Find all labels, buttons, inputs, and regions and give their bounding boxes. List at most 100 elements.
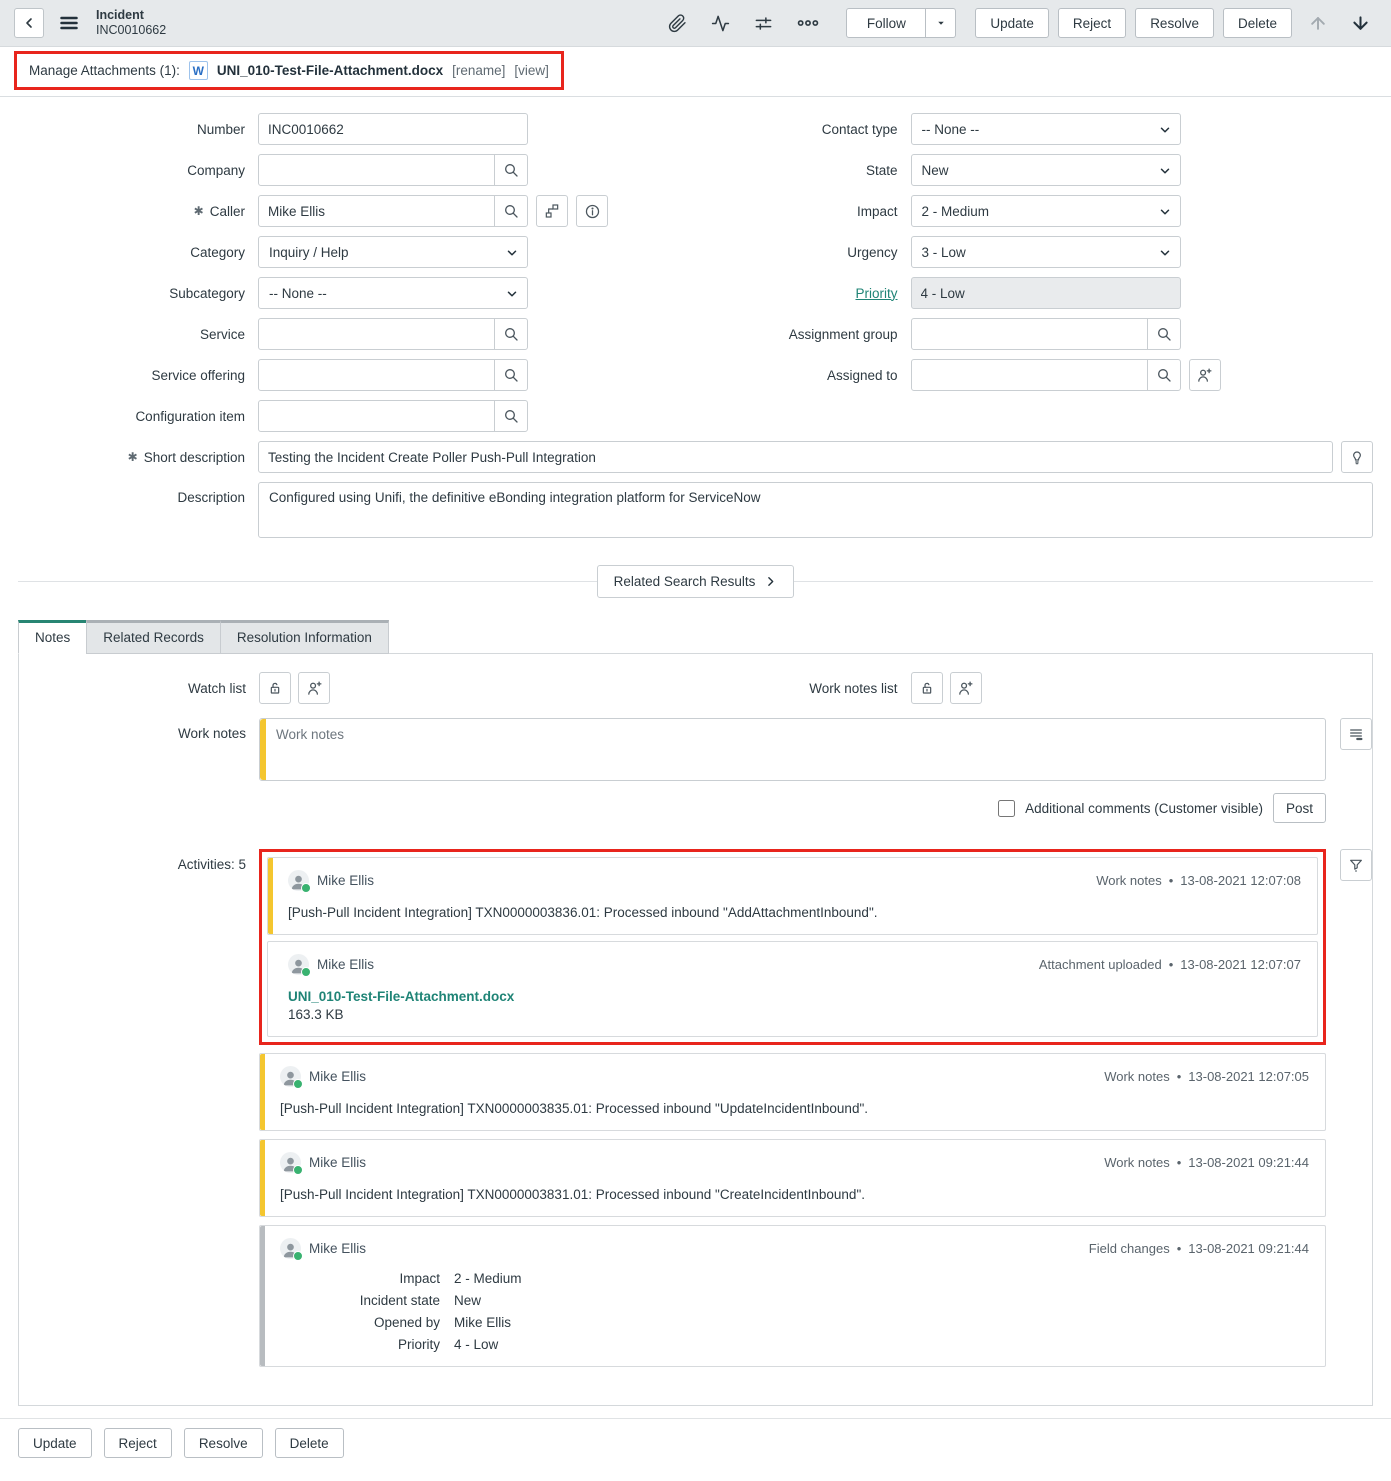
avatar [288,870,309,891]
subcategory-select[interactable]: -- None -- [258,277,528,309]
update-button-footer[interactable]: Update [18,1428,92,1458]
activity-stream-icon[interactable] [704,9,737,38]
configuration-item-input[interactable] [259,401,494,431]
record-number: INC0010662 [96,23,166,38]
related-search-results-button[interactable]: Related Search Results [597,565,795,598]
service-search-icon[interactable] [494,319,527,349]
urgency-select[interactable]: 3 - Low [911,236,1181,268]
contact-type-select[interactable]: -- None -- [911,113,1181,145]
description-textarea[interactable]: Configured using Unifi, the definitive e… [258,482,1373,538]
required-marker: ✱ [128,450,138,464]
service-offering-input[interactable] [259,360,494,390]
notes-tab-panel: Watch list Work notes list [18,653,1373,1406]
related-search-divider: Related Search Results [18,565,1373,598]
field-change-label: Incident state [280,1293,440,1308]
work-notes-textarea[interactable] [260,719,1325,777]
watch-list-lock-icon[interactable] [259,672,291,704]
post-button[interactable]: Post [1273,793,1326,823]
tab-resolution-information[interactable]: Resolution Information [220,620,389,654]
activity-card: Mike Ellis Attachment uploaded • 13-08-2… [267,941,1318,1037]
activity-time: 13-08-2021 12:07:08 [1180,873,1301,888]
word-document-icon: W [189,61,208,80]
suggestion-lightbulb-icon[interactable] [1341,441,1373,473]
next-record-arrow-down-icon[interactable] [1344,11,1377,36]
form-header: Incident INC0010662 Follow Update Reject… [0,0,1391,47]
work-notes-list-lock-icon[interactable] [911,672,943,704]
incident-form: Number Company ✱ Caller [0,97,1391,551]
service-label: Service [18,327,258,342]
chevron-down-icon [505,287,519,301]
assigned-to-search-icon[interactable] [1147,360,1180,390]
number-label: Number [18,122,258,137]
activity-type: Work notes [1104,1069,1170,1084]
activity-time: 13-08-2021 12:07:07 [1180,957,1301,972]
state-select[interactable]: New [911,154,1181,186]
watch-list-person-add-icon[interactable] [298,672,330,704]
company-input[interactable] [259,155,494,185]
urgency-label: Urgency [701,245,911,260]
field-change-label: Impact [280,1271,440,1286]
work-notes-list-person-add-icon[interactable] [950,672,982,704]
caller-org-chart-icon[interactable] [536,195,568,227]
number-input[interactable] [258,113,528,145]
short-description-input[interactable] [258,441,1333,473]
resolve-button-footer[interactable]: Resolve [184,1428,263,1458]
personalize-form-icon[interactable] [747,9,780,38]
configuration-item-search-icon[interactable] [494,401,527,431]
caller-input[interactable] [259,196,494,226]
assignment-group-label: Assignment group [701,327,911,342]
activity-card: Mike Ellis Work notes • 13-08-2021 09:21… [259,1139,1326,1217]
activity-card: Mike Ellis Work notes • 13-08-2021 12:07… [267,857,1318,935]
delete-button-header[interactable]: Delete [1223,8,1292,38]
tab-related-records[interactable]: Related Records [86,620,220,654]
additional-comments-checkbox[interactable] [998,800,1015,817]
attachment-paperclip-icon[interactable] [661,9,694,38]
category-label: Category [18,245,258,260]
tab-notes[interactable]: Notes [18,620,86,654]
assigned-to-input[interactable] [912,360,1147,390]
avatar [288,954,309,975]
delete-button-footer[interactable]: Delete [275,1428,344,1458]
description-label: Description [18,482,258,505]
activity-time: 13-08-2021 09:21:44 [1188,1241,1309,1256]
more-options-icon[interactable] [790,11,826,35]
back-button[interactable] [14,8,44,38]
follow-dropdown-button[interactable] [926,8,956,38]
follow-button[interactable]: Follow [846,8,926,38]
resolve-button-header[interactable]: Resolve [1135,8,1214,38]
assign-to-me-person-add-icon[interactable] [1189,359,1221,391]
reject-button-footer[interactable]: Reject [104,1428,172,1458]
caller-info-icon[interactable] [576,195,608,227]
update-button-header[interactable]: Update [975,8,1049,38]
avatar [280,1238,301,1259]
activity-stream: Mike Ellis Work notes • 13-08-2021 12:07… [259,849,1326,1375]
attachment-rename-link[interactable]: [rename] [452,63,505,78]
category-select[interactable]: Inquiry / Help [258,236,528,268]
activity-time: 13-08-2021 12:07:05 [1188,1069,1309,1084]
company-search-icon[interactable] [494,155,527,185]
service-offering-search-icon[interactable] [494,360,527,390]
activity-attachment-link[interactable]: UNI_010-Test-File-Attachment.docx [288,989,1301,1004]
impact-select[interactable]: 2 - Medium [911,195,1181,227]
assignment-group-input[interactable] [912,319,1147,349]
assignment-group-search-icon[interactable] [1147,319,1180,349]
attachment-filename-link[interactable]: UNI_010-Test-File-Attachment.docx [217,63,443,78]
activity-user: Mike Ellis [309,1155,366,1170]
service-input[interactable] [259,319,494,349]
caller-search-icon[interactable] [494,196,527,226]
chevron-right-icon [764,575,777,588]
attachment-view-link[interactable]: [view] [514,63,549,78]
priority-label-link[interactable]: Priority [855,286,897,301]
impact-label: Impact [701,204,911,219]
previous-record-arrow-up-icon[interactable] [1302,11,1334,35]
chevron-down-icon [1158,246,1172,260]
reject-button-header[interactable]: Reject [1058,8,1126,38]
chevron-left-icon [21,15,37,31]
context-menu-icon[interactable] [54,9,84,37]
field-change-value: New [454,1293,1309,1308]
required-marker: ✱ [194,204,204,218]
watch-list-label: Watch list [19,681,259,696]
field-changes-bar [260,1226,265,1366]
activity-filter-funnel-icon[interactable] [1340,849,1372,881]
activity-display-settings-icon[interactable] [1340,718,1372,750]
